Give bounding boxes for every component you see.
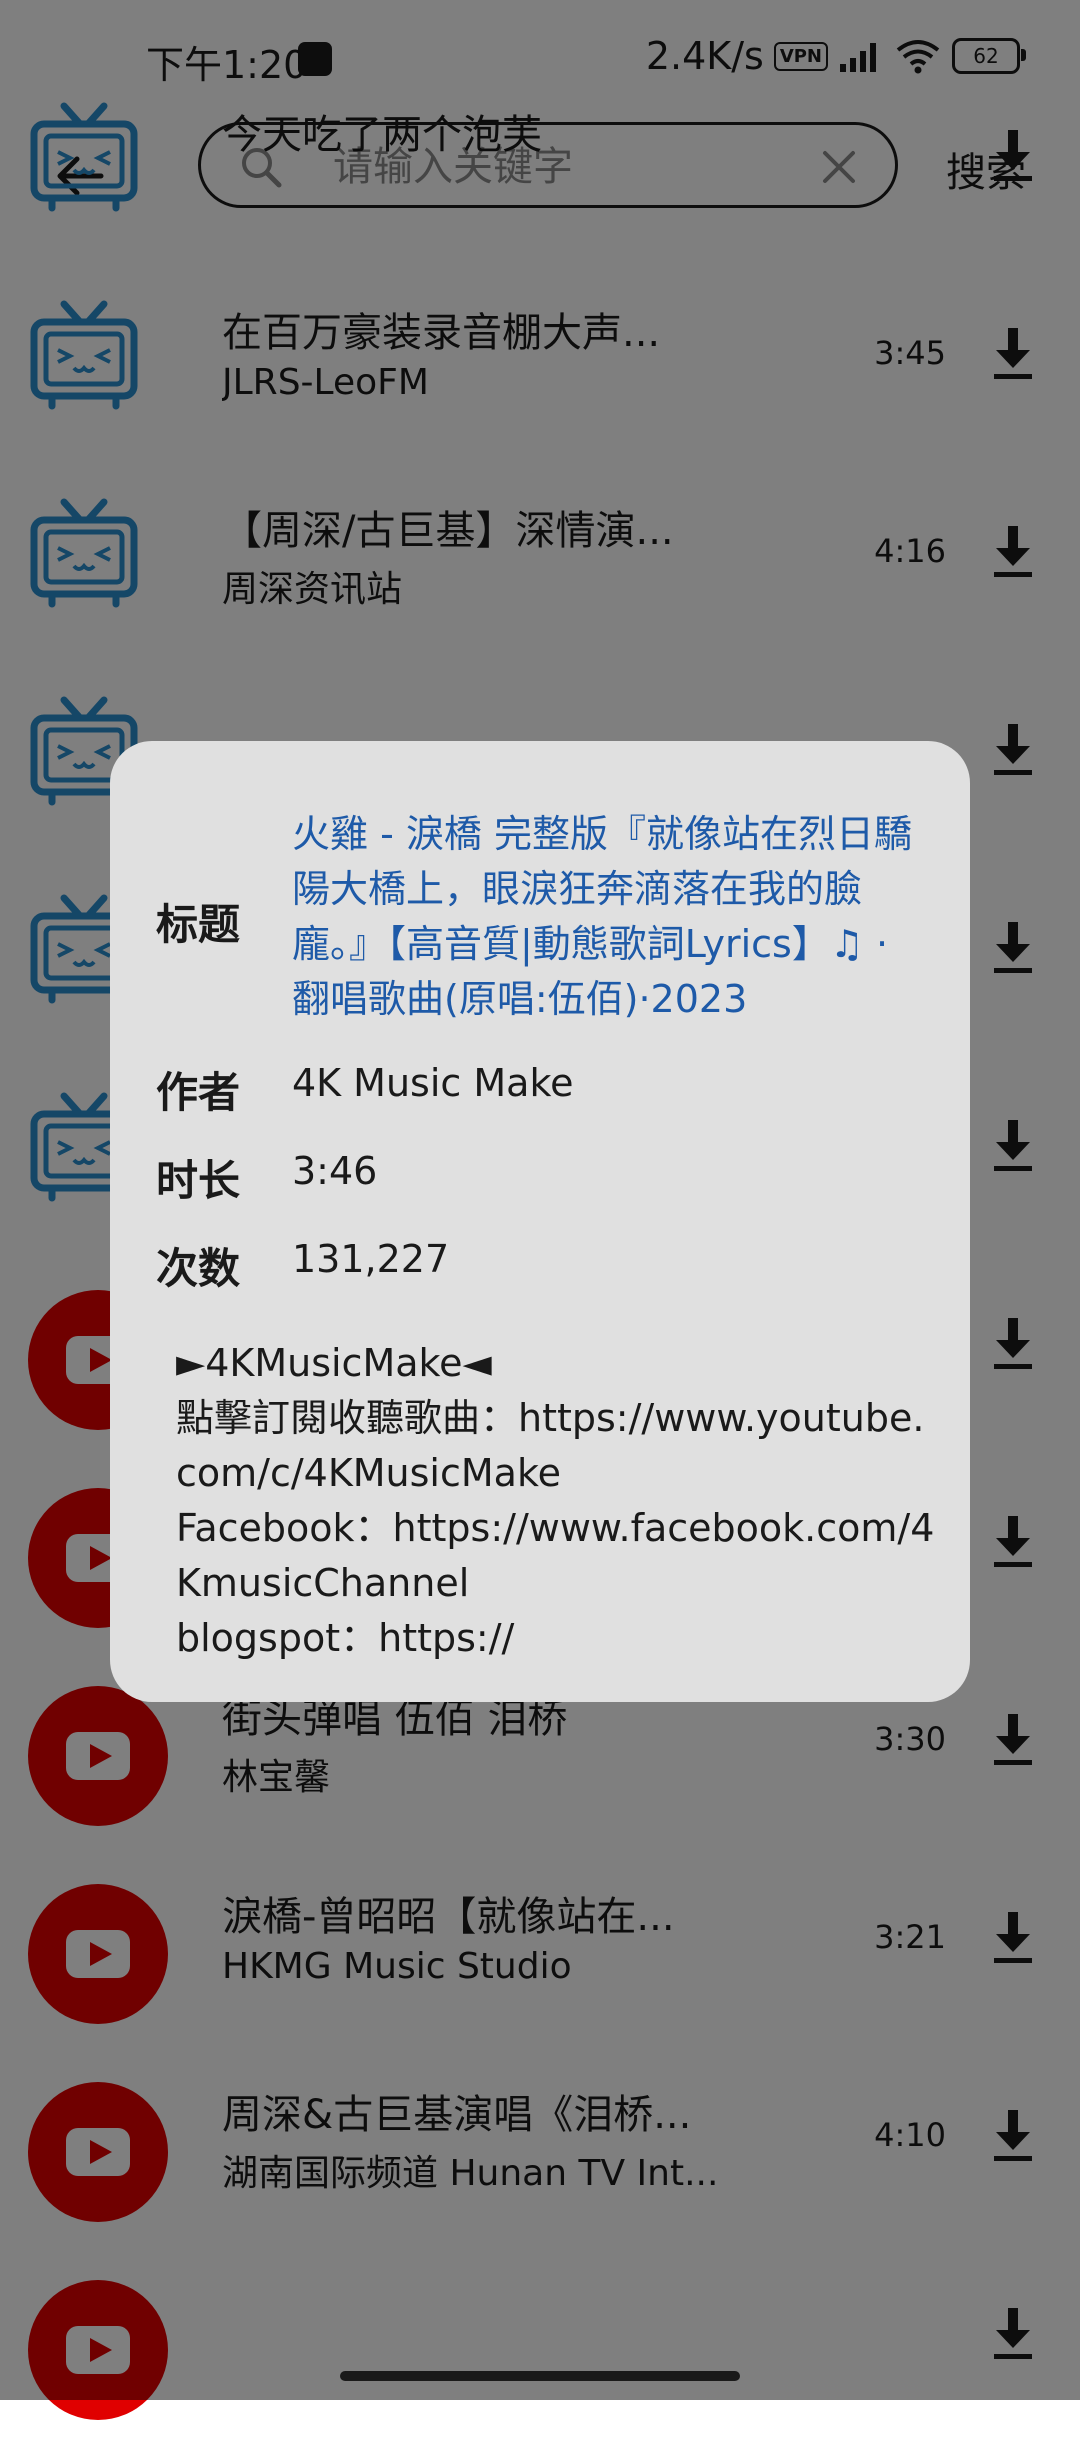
views-label: 次数: [156, 1244, 241, 1293]
video-views: 131,227: [292, 1237, 450, 1281]
video-description: ►4KMusicMake◄ 點擊訂閱收聽歌曲：https://www.youtu…: [176, 1341, 935, 1660]
video-author: 4K Music Make: [292, 1061, 574, 1105]
home-indicator[interactable]: [340, 2371, 740, 2381]
video-detail-dialog: 标题 火雞 - 淚橋 完整版『就像站在烈日驕陽大橋上，眼淚狂奔滴落在我的臉龐。』…: [110, 741, 970, 1702]
title-label: 标题: [156, 900, 241, 949]
author-label: 作者: [156, 1068, 241, 1117]
duration-label: 时长: [156, 1156, 241, 1205]
video-title[interactable]: 火雞 - 淚橋 完整版『就像站在烈日驕陽大橋上，眼淚狂奔滴落在我的臉龐。』【高音…: [292, 807, 932, 1027]
video-duration: 3:46: [292, 1149, 378, 1193]
